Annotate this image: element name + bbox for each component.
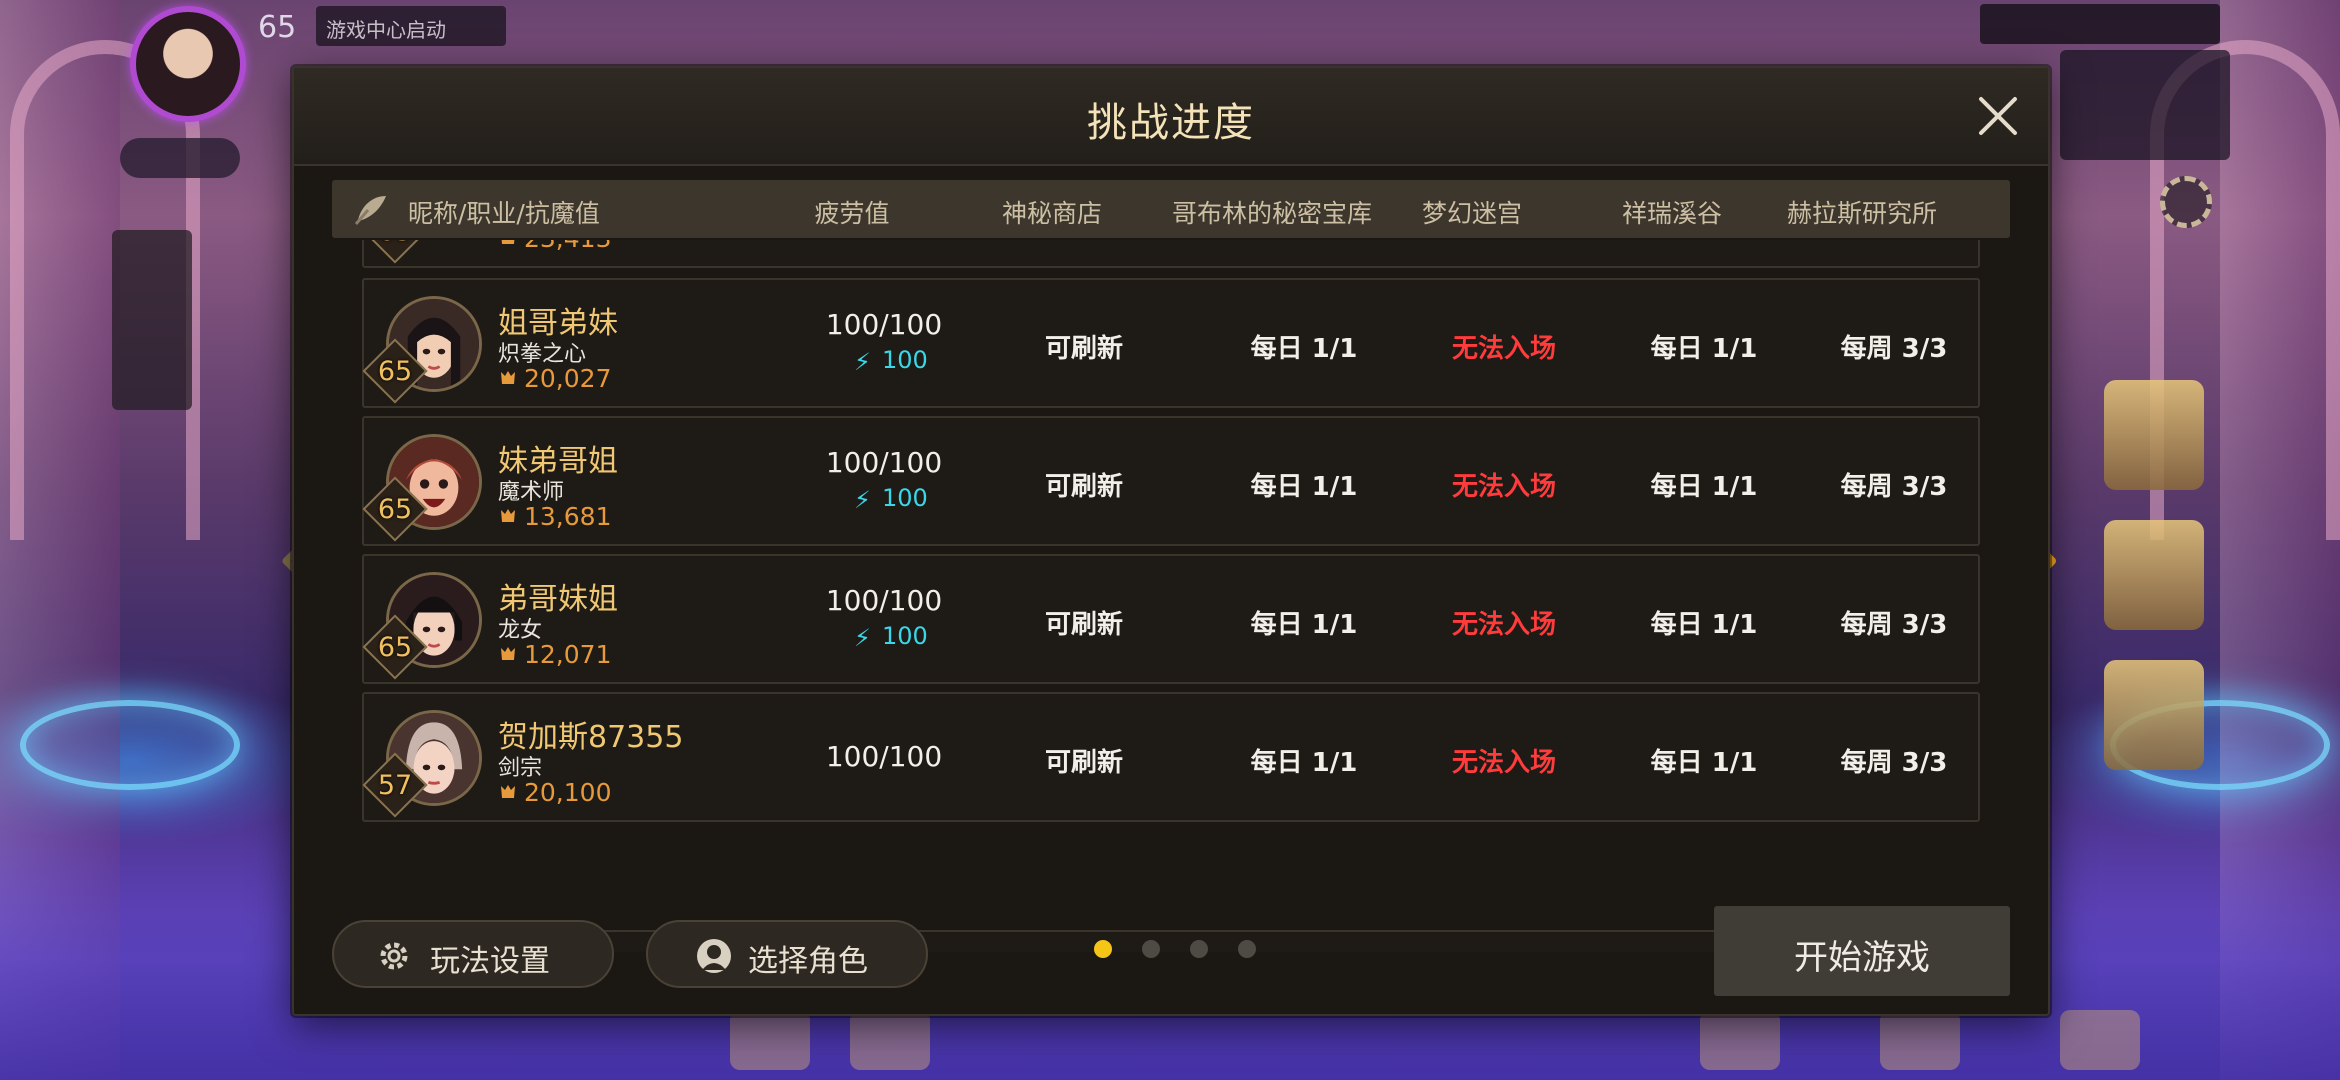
col-shop-header: 神秘商店 (1001, 199, 1102, 228)
feather-icon (354, 196, 386, 225)
power-value: 20,027 (524, 364, 612, 393)
gear-icon (380, 942, 408, 970)
power-icon (501, 785, 515, 798)
bottom-menu-button[interactable] (1880, 1010, 1960, 1070)
level-number: 65 (377, 494, 413, 525)
status-bar: 游戏中心启动 (316, 6, 506, 46)
power-icon (501, 371, 515, 384)
bottom-menu-button[interactable] (850, 1010, 930, 1070)
col-name-header: 昵称/职业/抗魔值 (408, 199, 600, 228)
lightning-icon: ⚡ (854, 348, 871, 376)
shop-status: 可刷新 (1044, 748, 1123, 778)
select-role-label: 选择角色 (748, 944, 868, 979)
fatigue-bonus: 100 (882, 484, 928, 512)
character-list[interactable]: 65 23,413 65 姐哥弟妹 炽拳之心 20,027 100/100 ⚡ … (362, 240, 1980, 952)
dialog-title: 挑战进度 (1087, 100, 1255, 146)
fatigue-value: 100/100 (825, 740, 943, 773)
table-row[interactable]: 65 姐哥弟妹 炽拳之心 20,027 100/100 ⚡ 100 可刷新 每日… (362, 278, 1980, 408)
col-lab-header: 赫拉斯研究所 (1786, 199, 1937, 228)
power-icon (501, 509, 515, 522)
fatigue-bonus: 100 (882, 622, 928, 650)
page-dot[interactable] (1142, 940, 1160, 958)
fatigue-bonus: 100 (882, 346, 928, 374)
lightning-icon: ⚡ (854, 486, 871, 514)
clock-bar (1980, 4, 2220, 44)
challenge-progress-dialog: 挑战进度 昵称/职业/抗魔值 疲劳值 神秘商店 哥布林的秘密宝库 梦幻迷宫 祥瑞… (292, 66, 2050, 1016)
lab-status: 每周 3/3 (1840, 334, 1948, 364)
power-value: 13,681 (524, 502, 612, 531)
power-value: 23,413 (524, 240, 611, 253)
power-icon (501, 647, 515, 660)
play-settings-button[interactable]: 玩法设置 (332, 920, 614, 988)
fatigue-value: 100/100 (825, 584, 943, 617)
lab-status: 每周 3/3 (1840, 472, 1948, 502)
character-icon (697, 939, 731, 973)
level-number: 65 (372, 240, 418, 247)
left-side-panel[interactable] (112, 230, 192, 410)
table-row[interactable]: 65 妹弟哥姐 魔术师 13,681 100/100 ⚡ 100 可刷新 每日 … (362, 416, 1980, 546)
column-header-bar: 昵称/职业/抗魔值 疲劳值 神秘商店 哥布林的秘密宝库 梦幻迷宫 祥瑞溪谷 赫拉… (332, 180, 2010, 238)
play-settings-label: 玩法设置 (430, 944, 550, 979)
lightning-icon: ⚡ (854, 624, 871, 652)
shop-status: 可刷新 (1044, 334, 1123, 364)
portal-left (20, 700, 240, 790)
side-menu-button[interactable] (2104, 520, 2204, 630)
table-row[interactable]: 57 贺加斯87355 剑宗 20,100 100/100 可刷新 每日 1/1… (362, 692, 1980, 822)
hud-tag[interactable] (120, 138, 240, 178)
power-icon (501, 240, 515, 244)
close-icon[interactable] (1974, 92, 2022, 140)
lab-status: 每周 3/3 (1840, 748, 1948, 778)
gear-icon[interactable] (2160, 176, 2212, 228)
status-text: 游戏中心启动 (326, 18, 446, 42)
lab-status: 每周 3/3 (1840, 610, 1948, 640)
page-dot[interactable] (1190, 940, 1208, 958)
bottom-menu-button[interactable] (730, 1010, 810, 1070)
dialog-header: 挑战进度 (294, 68, 2048, 166)
col-fatigue-header: 疲劳值 (814, 199, 890, 228)
table-row[interactable]: 65 23,413 (362, 240, 1980, 268)
page-dot[interactable] (1238, 940, 1256, 958)
bottom-menu-button[interactable] (2060, 1010, 2140, 1070)
level-number: 65 (377, 632, 413, 663)
start-game-button[interactable]: 开始游戏 (1714, 906, 2010, 996)
power-value: 12,071 (524, 640, 612, 669)
page-dot-active[interactable] (1094, 940, 1112, 958)
select-role-button[interactable]: 选择角色 (646, 920, 928, 988)
start-game-label: 开始游戏 (1794, 938, 1930, 978)
level-number: 57 (377, 770, 413, 801)
minimap[interactable] (2060, 50, 2230, 160)
bottom-menu-button[interactable] (1700, 1010, 1780, 1070)
shop-status: 可刷新 (1044, 472, 1123, 502)
side-menu-button[interactable] (2104, 660, 2204, 770)
shop-status: 可刷新 (1044, 610, 1123, 640)
fatigue-value: 100/100 (825, 446, 943, 479)
side-menu-button[interactable] (2104, 380, 2204, 490)
table-row[interactable]: 65 弟哥妹姐 龙女 12,071 100/100 ⚡ 100 可刷新 每日 1… (362, 554, 1980, 684)
player-avatar[interactable] (130, 6, 246, 122)
fatigue-value: 100/100 (825, 308, 943, 341)
player-level: 65 (258, 10, 297, 45)
power-value: 20,100 (524, 778, 612, 807)
level-number: 65 (377, 356, 413, 387)
